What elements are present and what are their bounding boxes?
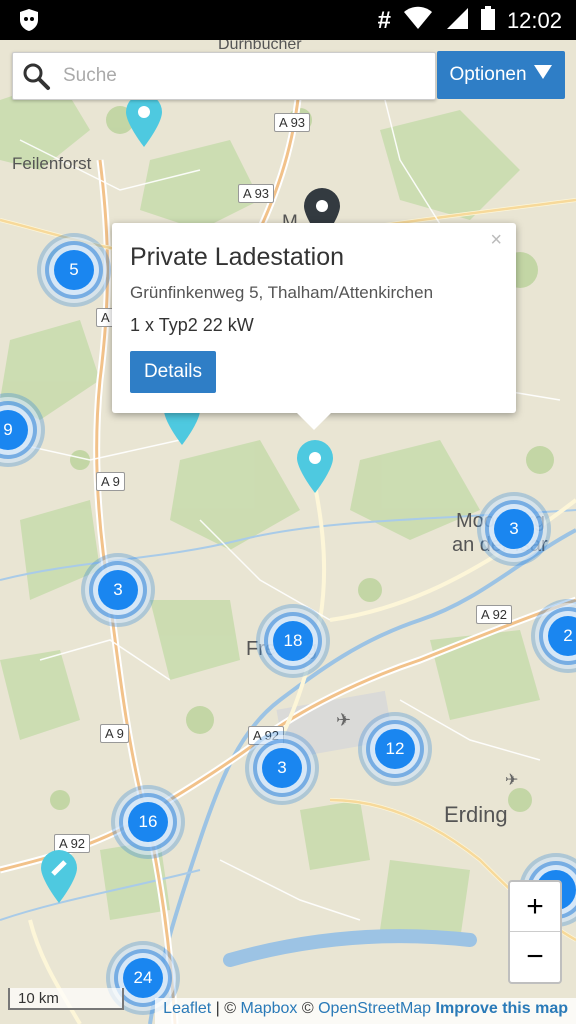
details-button[interactable]: Details xyxy=(130,351,216,393)
popup-tip xyxy=(296,412,332,430)
popup-plug-info: 1 x Typ2 22 kW xyxy=(130,315,254,335)
wifi-icon xyxy=(403,6,433,35)
road-label-a92: A 92 xyxy=(248,726,285,745)
marker-cluster[interactable]: 3 xyxy=(98,570,138,610)
marker-cluster[interactable]: 3 xyxy=(494,509,534,549)
place-erding: Erding xyxy=(444,802,508,827)
zoom-out-button[interactable]: − xyxy=(510,932,560,981)
road-label-a92: A 92 xyxy=(476,605,513,624)
road-label-a9: A 9 xyxy=(96,472,125,491)
place-feilenforst: Feilenforst xyxy=(12,154,92,173)
zoom-control: + − xyxy=(508,880,562,984)
search-icon[interactable] xyxy=(21,61,51,91)
svg-text:✈: ✈ xyxy=(505,770,518,789)
charging-station-pin[interactable] xyxy=(124,92,164,153)
zoom-in-button[interactable]: + xyxy=(510,882,560,932)
map-canvas[interactable]: ✈ ✈ Dürnbucher Feilenforst M Moosburg an… xyxy=(0,40,576,1024)
triangle-down-icon xyxy=(533,64,553,86)
station-popup: × Private Ladestation Grünfinkenweg 5, T… xyxy=(112,223,516,413)
marker-cluster[interactable]: 5 xyxy=(54,250,94,290)
marker-cluster[interactable]: 12 xyxy=(375,729,415,769)
popup-address: Grünfinkenweg 5, Thalham/Attenkirchen xyxy=(130,283,434,302)
improve-map-link[interactable]: Improve this map xyxy=(436,1000,568,1017)
status-time: 12:02 xyxy=(506,7,562,33)
close-icon[interactable]: × xyxy=(490,229,502,252)
mapbox-link[interactable]: Mapbox xyxy=(241,1000,298,1017)
marker-cluster[interactable]: 3 xyxy=(262,748,302,788)
app-shield-icon xyxy=(18,8,40,37)
map-scale: 10 km xyxy=(8,988,124,1010)
leaflet-link[interactable]: Leaflet xyxy=(163,1000,211,1017)
battery-icon xyxy=(480,6,495,35)
search-bar xyxy=(12,52,436,100)
marker-cluster[interactable]: 24 xyxy=(123,958,163,998)
svg-text:✈: ✈ xyxy=(336,710,351,731)
marker-cluster[interactable]: 18 xyxy=(273,621,313,661)
attribution-separator: © xyxy=(297,1000,319,1017)
marker-cluster[interactable]: 16 xyxy=(128,802,168,842)
popup-title: Private Ladestation xyxy=(130,243,345,271)
charging-station-pin[interactable] xyxy=(295,438,335,499)
road-label-a9: A 9 xyxy=(100,724,129,743)
road-label-a93: A 93 xyxy=(238,184,275,203)
search-input[interactable] xyxy=(61,64,405,88)
hash-icon: # xyxy=(377,6,391,34)
charging-station-pin[interactable] xyxy=(39,848,79,909)
attribution-separator: | © xyxy=(211,1000,241,1017)
openstreetmap-link[interactable]: OpenStreetMap xyxy=(318,1000,431,1017)
options-button-label: Optionen xyxy=(449,64,527,85)
status-bar: # 12:02 xyxy=(0,0,576,40)
map-attribution: Leaflet | © Mapbox © OpenStreetMap Impro… xyxy=(155,998,576,1024)
road-label-a93: A 93 xyxy=(274,113,311,132)
signal-icon xyxy=(445,6,469,35)
options-button[interactable]: Optionen xyxy=(437,51,565,99)
